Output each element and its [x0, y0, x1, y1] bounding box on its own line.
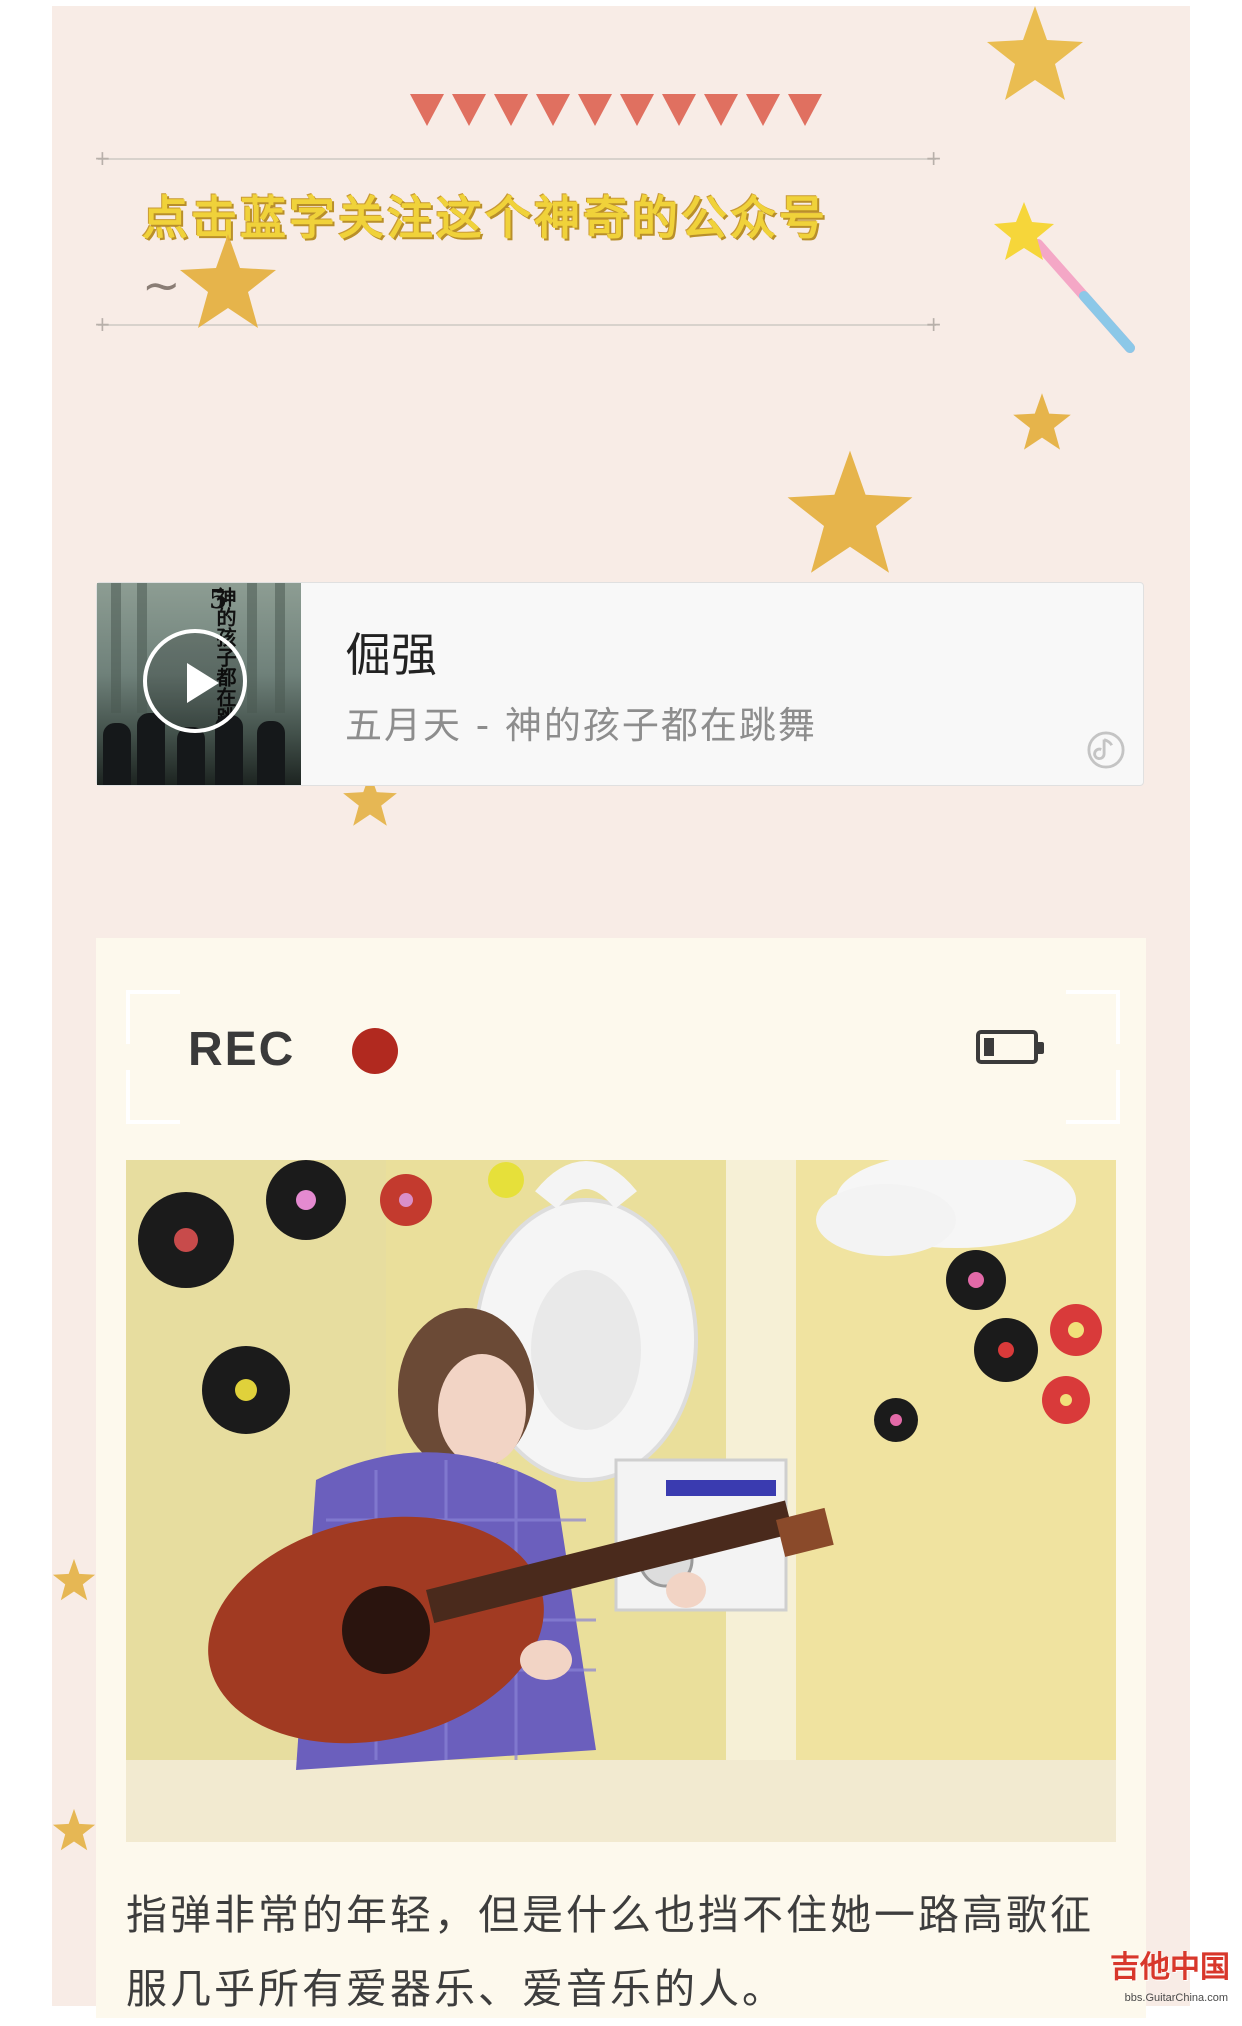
star-icon [787, 450, 913, 573]
caption-line: 服几乎所有爱器乐、爱音乐的人。 [126, 1965, 786, 2013]
song-artist-album: 五月天 - 神的孩子都在跳舞 [345, 704, 817, 747]
triangle-bunting-decoration [410, 94, 822, 126]
watermark-url: bbs.GuitarChina.com [1124, 1992, 1228, 2004]
play-icon [187, 663, 219, 703]
magic-wand-icon [994, 202, 1135, 353]
article-caption: 指弹非常的年轻，但是什么也挡不住她一路高歌征 服几乎所有爱器乐、爱音乐的人。 [126, 1878, 1126, 2026]
guitarist-photo[interactable] [126, 1160, 1116, 1842]
music-note-icon [1087, 731, 1125, 769]
star-icon [1013, 393, 1071, 450]
star-icon [52, 1808, 96, 1851]
watermark-logo: 吉他中国 [1110, 1950, 1230, 1985]
viewfinder-corner [1066, 990, 1120, 1044]
play-button[interactable] [143, 629, 247, 733]
guitarist-photo-illustration [126, 1160, 1116, 1842]
battery-low-icon [976, 1030, 1044, 1064]
header-top-divider: + + [94, 146, 942, 170]
star-icon [180, 234, 276, 328]
header-tilde: ~ [142, 258, 181, 312]
album-cover: 神的孩子都在跳舞 5 [97, 583, 301, 785]
caption-line: 指弹非常的年轻，但是什么也挡不住她一路高歌征 [126, 1891, 1094, 1939]
song-title: 倔强 [345, 628, 437, 682]
recording-dot-icon [352, 1028, 398, 1074]
star-icon [52, 1558, 96, 1601]
album-cover-number: 5 [209, 585, 228, 615]
music-player-card[interactable]: 神的孩子都在跳舞 5 倔强 五月天 - 神的孩子都在跳舞 [96, 582, 1144, 786]
viewfinder-corner [126, 990, 180, 1044]
rec-label: REC [188, 1023, 296, 1076]
viewfinder-corner [126, 1070, 180, 1124]
star-icon [987, 6, 1083, 100]
viewfinder-corner [1066, 1070, 1120, 1124]
